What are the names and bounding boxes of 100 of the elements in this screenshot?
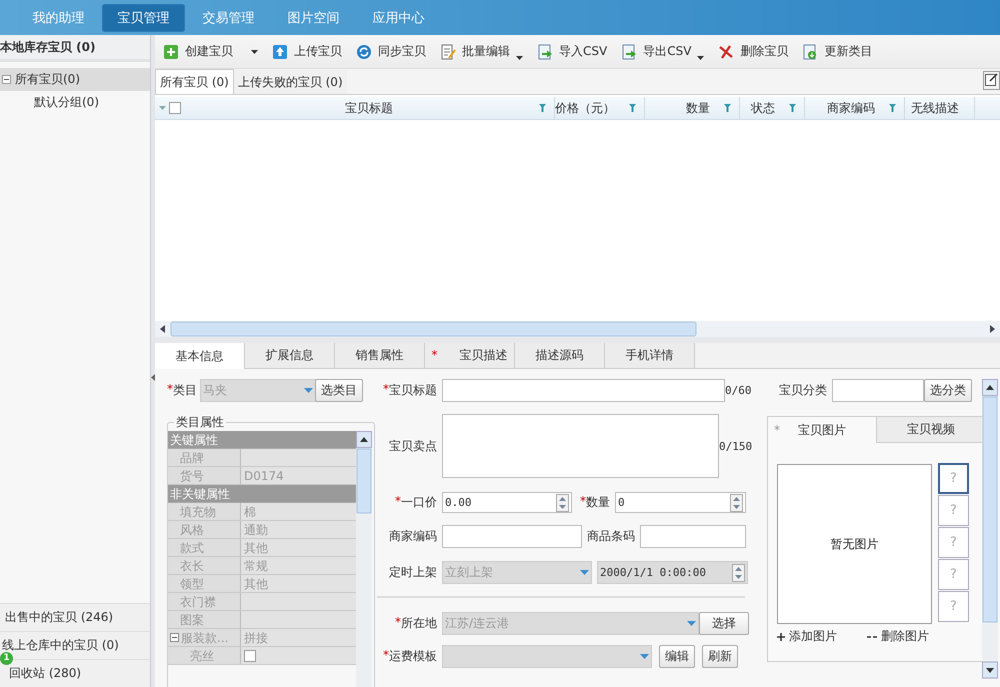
nav-tab[interactable]: 宝贝管理 bbox=[102, 4, 185, 32]
filter-icon[interactable] bbox=[789, 104, 796, 112]
required-mark: * bbox=[774, 423, 780, 437]
field-label: 所在地 bbox=[401, 615, 437, 632]
delete-image-button[interactable]: 删除图片 bbox=[867, 628, 929, 645]
attribute-name: 衣长 bbox=[168, 557, 241, 574]
scrollbar[interactable] bbox=[356, 431, 372, 687]
toolbar-button[interactable]: 导入CSV bbox=[535, 40, 616, 63]
input-field[interactable]: 0.00 bbox=[442, 492, 572, 513]
spinner-icon[interactable] bbox=[730, 494, 743, 512]
list-tab[interactable]: 所有宝贝 (0) bbox=[155, 69, 234, 94]
edit-icon bbox=[985, 72, 998, 86]
media-tab[interactable]: 宝贝视频 bbox=[877, 417, 985, 443]
toolbar-button[interactable]: 删除宝贝 bbox=[716, 40, 796, 63]
caret-icon[interactable] bbox=[697, 56, 704, 60]
attribute-value: 常规 bbox=[241, 557, 356, 574]
toolbar-button[interactable]: 导出CSV bbox=[619, 40, 712, 63]
caret-icon bbox=[640, 654, 649, 659]
spinner-icon[interactable] bbox=[732, 564, 745, 582]
sync-icon bbox=[356, 44, 372, 60]
minus-icon bbox=[867, 634, 877, 638]
field-label: 商家编码 bbox=[389, 528, 437, 545]
input-field[interactable] bbox=[442, 525, 582, 548]
checkbox[interactable] bbox=[244, 650, 256, 662]
caret-icon bbox=[580, 570, 589, 575]
column-header[interactable]: 宝贝标题 bbox=[185, 97, 555, 119]
export-icon bbox=[621, 44, 638, 60]
attribute-name: 货号 bbox=[168, 467, 241, 484]
section-header[interactable]: 出售中的宝贝 (246) bbox=[0, 603, 150, 631]
tree-item[interactable]: 所有宝贝(0) bbox=[0, 68, 150, 91]
column-header[interactable]: 数量 bbox=[645, 97, 740, 119]
toolbar-button[interactable]: 更新类目 bbox=[800, 40, 880, 63]
sort-icon[interactable] bbox=[159, 106, 166, 110]
caret-icon[interactable] bbox=[251, 50, 258, 54]
select-button[interactable]: 选分类 bbox=[924, 379, 972, 402]
field-label: 定时上架 bbox=[389, 564, 437, 581]
required-mark: * bbox=[395, 494, 401, 510]
checkbox[interactable] bbox=[169, 102, 181, 114]
column-header[interactable]: 价格（元） bbox=[555, 97, 645, 119]
attribute-name: 亮丝 bbox=[168, 647, 241, 664]
toolbar-button[interactable]: 创建宝贝 bbox=[161, 40, 266, 63]
input-field[interactable] bbox=[832, 379, 924, 402]
detail-tab[interactable]: 扩展信息 bbox=[245, 343, 335, 368]
field-label: 商品条码 bbox=[587, 528, 635, 545]
collapse-icon[interactable] bbox=[170, 633, 179, 642]
toolbar-button[interactable]: 上传宝贝 bbox=[270, 40, 350, 63]
field-label: 运费模板 bbox=[389, 648, 437, 665]
attribute-name: 填充物 bbox=[168, 503, 241, 520]
attribute-name: 领型 bbox=[168, 575, 241, 592]
edit-button[interactable] bbox=[983, 71, 1000, 90]
required-mark: * bbox=[167, 382, 173, 398]
input-field[interactable] bbox=[640, 525, 746, 548]
list-tab[interactable]: 上传失败的宝贝 (0) bbox=[234, 70, 347, 94]
caret-icon[interactable] bbox=[516, 56, 523, 60]
field-label: 数量 bbox=[586, 494, 610, 511]
input-field[interactable] bbox=[442, 379, 725, 402]
filter-icon[interactable] bbox=[629, 104, 636, 112]
required-mark: * bbox=[580, 494, 586, 510]
field-label: 宝贝卖点 bbox=[389, 438, 437, 454]
detail-tab[interactable]: 销售属性 bbox=[335, 343, 425, 368]
scrollbar[interactable] bbox=[155, 321, 1000, 337]
column-header[interactable]: 无线描述 bbox=[905, 97, 975, 119]
scrollbar[interactable] bbox=[982, 379, 998, 679]
column-header[interactable]: 商家编码 bbox=[805, 97, 905, 119]
attribute-value: D0174 bbox=[241, 467, 356, 484]
detail-tab[interactable]: 基本信息 bbox=[155, 343, 245, 370]
field-label: 宝贝标题 bbox=[389, 382, 437, 399]
tree-item[interactable]: 默认分组(0) bbox=[0, 91, 150, 114]
attribute-name: 风格 bbox=[168, 521, 241, 538]
document-icon bbox=[802, 44, 818, 60]
toolbar-button[interactable]: 同步宝贝 bbox=[354, 40, 434, 63]
spinner-icon[interactable] bbox=[556, 494, 569, 512]
attribute-value: 其他 bbox=[241, 575, 356, 592]
add-image-button[interactable]: 添加图片 bbox=[777, 628, 837, 645]
field-label: 一口价 bbox=[401, 494, 437, 511]
detail-tab[interactable]: * 宝贝描述 bbox=[425, 343, 515, 368]
image-field[interactable]: 暂无图片 bbox=[777, 464, 932, 624]
caret-icon bbox=[687, 621, 696, 626]
filter-icon[interactable] bbox=[539, 104, 546, 112]
text-area[interactable] bbox=[442, 414, 719, 478]
attribute-value: 通勤 bbox=[241, 521, 356, 538]
required-mark: * bbox=[383, 648, 389, 664]
detail-tab[interactable]: 手机详情 bbox=[605, 343, 695, 368]
filter-icon[interactable] bbox=[889, 104, 896, 112]
plus-icon bbox=[777, 632, 785, 640]
upload-icon bbox=[272, 44, 288, 60]
input-field[interactable]: 0 bbox=[615, 492, 746, 513]
toolbar-button[interactable]: 批量编辑 bbox=[438, 40, 531, 63]
edit-icon bbox=[440, 44, 456, 60]
detail-tab[interactable]: 描述源码 bbox=[515, 343, 605, 368]
filter-icon[interactable] bbox=[724, 104, 731, 112]
field-label: 类目 bbox=[173, 382, 197, 399]
column-header[interactable]: 状态 bbox=[740, 97, 805, 119]
delete-icon bbox=[718, 44, 734, 60]
attribute-name: 品牌 bbox=[168, 449, 241, 466]
attribute-value: 其他 bbox=[241, 539, 356, 556]
attribute-name: 服装款... bbox=[181, 630, 228, 646]
collapse-icon[interactable] bbox=[2, 75, 11, 84]
section-header[interactable]: 回收站 (280) bbox=[0, 659, 150, 687]
attribute-value: 棉 bbox=[241, 503, 356, 520]
